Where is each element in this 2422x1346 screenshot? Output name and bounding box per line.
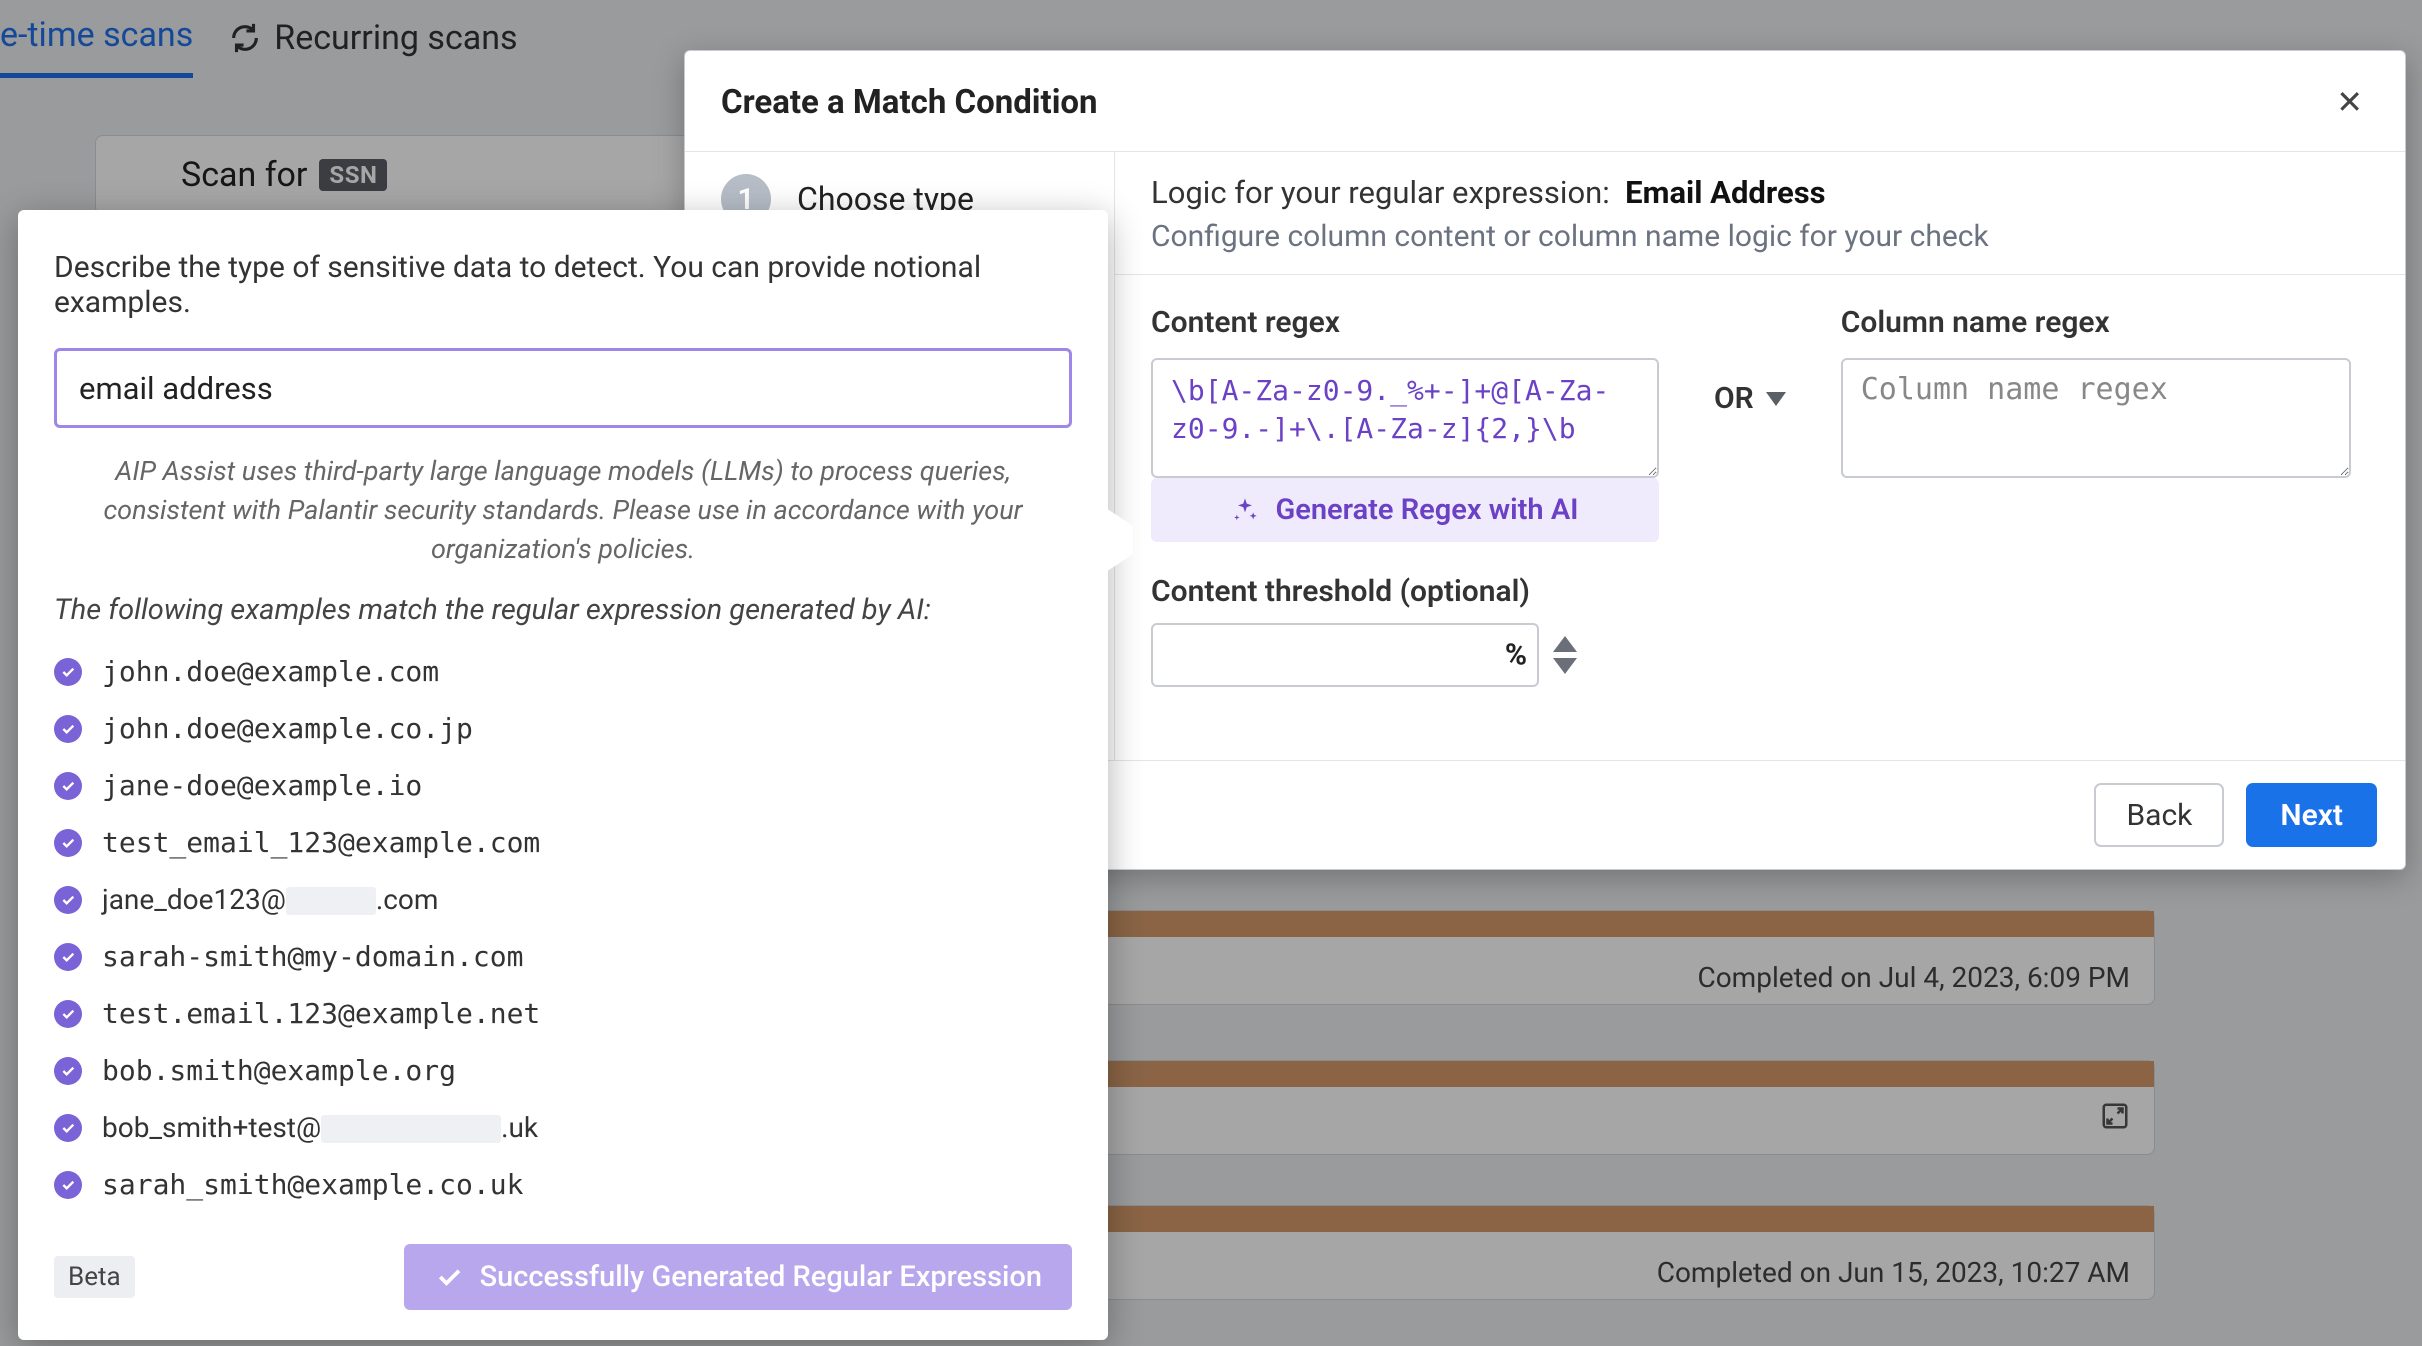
check-circle-icon	[54, 658, 82, 686]
modal-titlebar: Create a Match Condition ✕	[685, 51, 2405, 152]
or-label: OR	[1714, 381, 1754, 416]
redacted-segment	[286, 887, 376, 915]
close-icon[interactable]: ✕	[2330, 77, 2369, 127]
success-text: Successfully Generated Regular Expressio…	[480, 1260, 1042, 1294]
example-text: jane_doe123@.com	[102, 883, 438, 916]
example-item: bob.smith@example.org	[54, 1054, 1072, 1087]
beta-badge: Beta	[54, 1256, 135, 1298]
generate-regex-ai-button[interactable]: Generate Regex with AI	[1151, 478, 1659, 542]
example-list: john.doe@example.com john.doe@example.co…	[54, 655, 1072, 1201]
generate-regex-label: Generate Regex with AI	[1275, 493, 1578, 527]
example-text: john.doe@example.co.jp	[102, 712, 473, 745]
back-button[interactable]: Back	[2094, 783, 2224, 847]
example-text: sarah-smith@my-domain.com	[102, 940, 523, 973]
check-circle-icon	[54, 829, 82, 857]
check-circle-icon	[54, 1114, 82, 1142]
check-circle-icon	[54, 772, 82, 800]
example-text: sarah_smith@example.co.uk	[102, 1168, 523, 1201]
example-item: john.doe@example.co.jp	[54, 712, 1072, 745]
column-name-regex-input[interactable]	[1841, 358, 2351, 478]
logic-name: Email Address	[1625, 174, 1825, 211]
example-item: jane_doe123@.com	[54, 883, 1072, 916]
example-item: jane-doe@example.io	[54, 769, 1072, 802]
example-item: bob_smith+test@.uk	[54, 1111, 1072, 1144]
popover-arrow-icon	[1103, 506, 1133, 574]
example-text: bob.smith@example.org	[102, 1054, 456, 1087]
popover-disclaimer: AIP Assist uses third-party large langua…	[54, 452, 1072, 569]
example-item: test_email_123@example.com	[54, 826, 1072, 859]
modal-title: Create a Match Condition	[721, 83, 1098, 122]
stepper-up-icon[interactable]	[1553, 636, 1577, 652]
content-threshold-input[interactable]	[1151, 623, 1539, 687]
example-item: sarah-smith@my-domain.com	[54, 940, 1072, 973]
content-regex-input[interactable]: \b[A-Za-z0-9._%+-]+@[A-Za-z0-9.-]+\.[A-Z…	[1151, 358, 1659, 478]
example-text: test_email_123@example.com	[102, 826, 540, 859]
logic-prefix: Logic for your regular expression:	[1151, 174, 1610, 211]
sparkle-icon	[1231, 496, 1259, 524]
stepper-down-icon[interactable]	[1553, 658, 1577, 674]
logic-operator-select[interactable]: OR	[1714, 381, 1786, 416]
chevron-down-icon	[1766, 392, 1786, 406]
example-text: john.doe@example.com	[102, 655, 439, 688]
example-item: john.doe@example.com	[54, 655, 1072, 688]
check-circle-icon	[54, 1000, 82, 1028]
column-name-regex-label: Column name regex	[1841, 305, 2351, 340]
logic-heading: Logic for your regular expression: Email…	[1151, 174, 2369, 211]
check-circle-icon	[54, 715, 82, 743]
check-circle-icon	[54, 886, 82, 914]
threshold-stepper	[1553, 636, 1577, 674]
example-text: bob_smith+test@.uk	[102, 1111, 538, 1144]
content-regex-label: Content regex	[1151, 305, 1659, 340]
success-pill: Successfully Generated Regular Expressio…	[404, 1244, 1072, 1310]
percent-suffix: %	[1505, 638, 1527, 673]
modal-right-header: Logic for your regular expression: Email…	[1115, 152, 2405, 275]
example-text: jane-doe@example.io	[102, 769, 422, 802]
example-item: sarah_smith@example.co.uk	[54, 1168, 1072, 1201]
check-circle-icon	[54, 943, 82, 971]
example-text: test.email.123@example.net	[102, 997, 540, 1030]
check-circle-icon	[54, 1171, 82, 1199]
logic-subheading: Configure column content or column name …	[1151, 219, 2369, 254]
content-threshold-label: Content threshold (optional)	[1151, 574, 1659, 609]
examples-heading: The following examples match the regular…	[54, 593, 1072, 627]
check-circle-icon	[54, 1057, 82, 1085]
example-item: test.email.123@example.net	[54, 997, 1072, 1030]
aip-assist-popover: Describe the type of sensitive data to d…	[18, 210, 1108, 1340]
sensitive-data-description-input[interactable]	[54, 348, 1072, 428]
redacted-segment	[321, 1115, 501, 1143]
popover-description: Describe the type of sensitive data to d…	[54, 250, 1072, 320]
next-button[interactable]: Next	[2246, 783, 2377, 847]
